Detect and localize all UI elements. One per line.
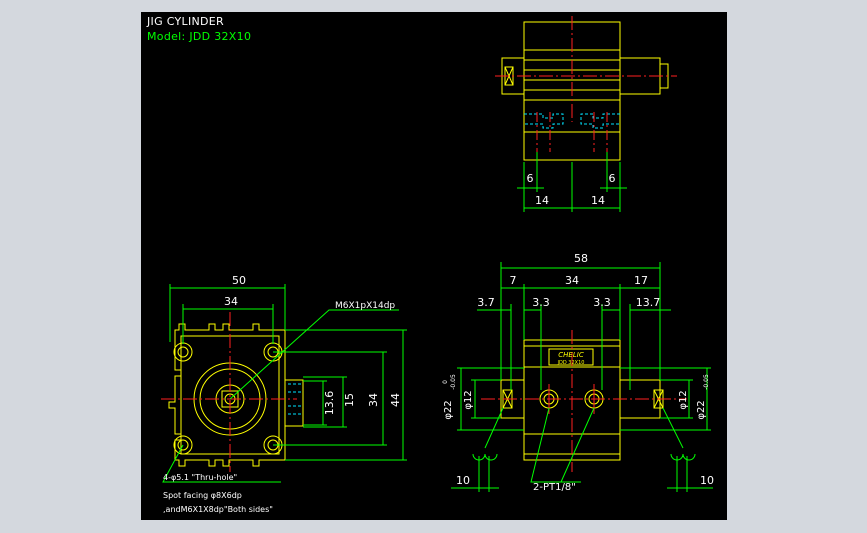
dim-side-17: 17 [634, 274, 648, 287]
dim-side-tol-right: -0.05 [703, 374, 710, 390]
dim-top-6-right: 6 [609, 172, 616, 185]
port-callout: 2-PT1/8" [533, 482, 576, 493]
dim-side-3-7: 3.7 [477, 296, 495, 309]
dim-side-58: 58 [574, 252, 588, 265]
dim-side-tol0-left: 0 [442, 380, 449, 384]
dim-side-34: 34 [565, 274, 579, 287]
dim-top-14-left: 14 [535, 194, 549, 207]
thread-callout: M6X1pX14dp [335, 301, 395, 311]
note-line-3: ,andM6X1X8dp"Both sides" [163, 505, 273, 514]
dim-front-34: 34 [224, 295, 238, 308]
dim-side-phi22-right: φ22 [696, 400, 707, 419]
note-line-1: 4-φ5.1 "Thru-hole" [163, 473, 237, 482]
dim-side-3-3-right: 3.3 [593, 296, 611, 309]
dim-front-13-6: 13.6 [323, 391, 336, 416]
dim-side-7: 7 [510, 274, 517, 287]
dim-side-3-3-left: 3.3 [532, 296, 550, 309]
dim-side-phi22-left: φ22 [443, 400, 454, 419]
dim-front-44: 44 [389, 393, 402, 407]
note-line-2: Spot facing φ8X6dp [163, 491, 242, 500]
dim-front-50: 50 [232, 274, 246, 287]
dim-side-10-right: 10 [700, 474, 714, 487]
dim-side-10-left: 10 [456, 474, 470, 487]
dim-top-14-right: 14 [591, 194, 605, 207]
nameplate-brand: CHELIC [558, 351, 584, 359]
front-view [161, 284, 407, 483]
dim-top-6-left: 6 [527, 172, 534, 185]
dim-side-phi12-right: φ12 [678, 390, 689, 409]
dim-side-phi12-left: φ12 [463, 390, 474, 409]
dim-side-tol-left: -0.05 [450, 374, 457, 390]
cad-drawing: 6 6 14 14 50 34 13.6 15 34 44 M6X1pX14dp… [161, 16, 714, 514]
drawing-viewport[interactable]: JIG CYLINDER Model: JDD 32X10 6 6 14 14 … [141, 12, 727, 520]
top-view [495, 16, 677, 212]
dim-front-34-v: 34 [367, 393, 380, 407]
dim-front-15: 15 [343, 393, 356, 407]
nameplate-model: JDD 32X10 [557, 360, 585, 366]
dim-side-13-7: 13.7 [636, 296, 661, 309]
